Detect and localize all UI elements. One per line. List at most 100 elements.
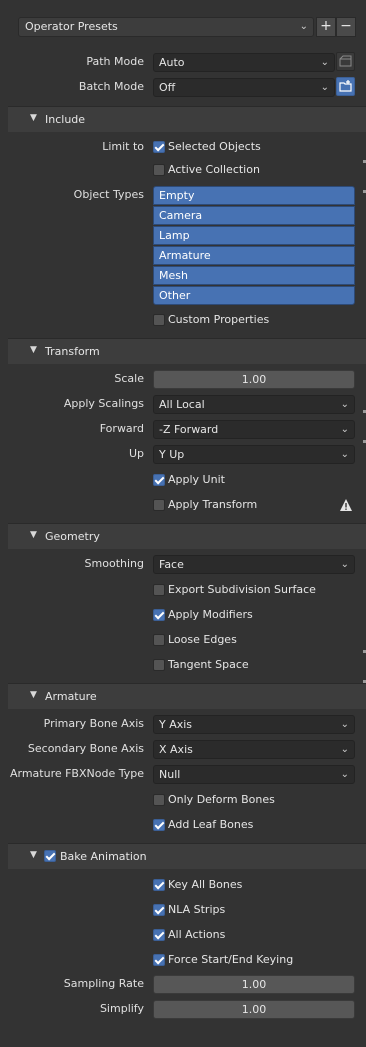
force-keying-label: Force Start/End Keying	[168, 953, 294, 966]
up-value: Y Up	[159, 448, 185, 461]
apply-scalings-row: Apply Scalings All Local ⌄	[0, 394, 366, 414]
add-preset-button[interactable]: +	[316, 17, 336, 37]
plus-icon: +	[320, 18, 332, 34]
armature-section-header[interactable]: ▼ Armature	[8, 683, 366, 709]
all-actions-checkbox[interactable]: All Actions	[153, 925, 353, 945]
minus-icon: −	[340, 18, 352, 34]
tangent-space-label: Tangent Space	[168, 658, 249, 671]
chevron-down-icon: ⌄	[320, 57, 329, 68]
batch-mode-dropdown[interactable]: Off ⌄	[153, 78, 335, 97]
checkbox-box	[153, 164, 165, 176]
bake-animation-section-header[interactable]: ▼ Bake Animation	[8, 843, 366, 869]
force-keying-checkbox[interactable]: Force Start/End Keying	[153, 950, 353, 970]
bake-animation-checkbox[interactable]	[44, 850, 56, 862]
checkmark-icon	[153, 954, 165, 966]
object-type-empty[interactable]: Empty	[153, 186, 355, 205]
path-mode-label: Path Mode	[86, 55, 144, 68]
apply-modifiers-checkbox[interactable]: Apply Modifiers	[153, 605, 353, 625]
sampling-rate-label: Sampling Rate	[63, 977, 144, 990]
embed-textures-toggle[interactable]	[336, 52, 355, 71]
armature-node-type-value: Null	[159, 768, 181, 781]
path-mode-row: Path Mode Auto ⌄	[0, 52, 366, 72]
armature-node-type-dropdown[interactable]: Null ⌄	[153, 765, 355, 784]
apply-unit-checkbox[interactable]: Apply Unit	[153, 470, 353, 490]
object-type-camera[interactable]: Camera	[153, 206, 355, 225]
apply-scalings-label: Apply Scalings	[63, 397, 144, 410]
smoothing-label: Smoothing	[84, 557, 144, 570]
remove-preset-button[interactable]: −	[336, 17, 356, 37]
smoothing-value: Face	[159, 558, 184, 571]
checkbox-box	[153, 634, 165, 646]
geometry-section-header[interactable]: ▼ Geometry	[8, 523, 366, 549]
disclosure-triangle-icon: ▼	[30, 113, 37, 123]
folder-icon	[339, 80, 352, 92]
active-collection-checkbox[interactable]: Active Collection	[153, 160, 353, 180]
up-row: Up Y Up ⌄	[0, 444, 366, 464]
scale-field[interactable]: 1.00	[153, 370, 355, 389]
only-deform-bones-label: Only Deform Bones	[168, 793, 275, 806]
checkbox-box	[153, 659, 165, 671]
operator-presets-row: Operator Presets ⌄ + −	[18, 17, 358, 37]
apply-scalings-value: All Local	[159, 398, 205, 411]
up-dropdown[interactable]: Y Up ⌄	[153, 445, 355, 464]
apply-unit-label: Apply Unit	[168, 473, 225, 486]
checkbox-box	[153, 499, 165, 511]
nla-strips-checkbox[interactable]: NLA Strips	[153, 900, 353, 920]
loose-edges-label: Loose Edges	[168, 633, 237, 646]
secondary-bone-axis-dropdown[interactable]: X Axis ⌄	[153, 740, 355, 759]
tangent-space-checkbox[interactable]: Tangent Space	[153, 655, 353, 675]
forward-value: -Z Forward	[159, 423, 219, 436]
batch-own-dir-toggle[interactable]	[336, 77, 355, 96]
operator-presets-label: Operator Presets	[25, 20, 118, 33]
only-deform-bones-checkbox[interactable]: Only Deform Bones	[153, 790, 353, 810]
sampling-rate-field[interactable]: 1.00	[153, 975, 355, 994]
selected-objects-checkbox[interactable]: Selected Objects	[153, 137, 353, 157]
object-type-lamp[interactable]: Lamp	[153, 226, 355, 245]
apply-transform-row: Apply Transform	[0, 495, 366, 515]
geometry-section-title: Geometry	[45, 530, 100, 543]
include-section-header[interactable]: ▼ Include	[8, 106, 366, 132]
forward-label: Forward	[99, 422, 144, 435]
chevron-down-icon: ⌄	[340, 449, 349, 460]
transform-section-title: Transform	[45, 345, 100, 358]
primary-bone-axis-dropdown[interactable]: Y Axis ⌄	[153, 715, 355, 734]
primary-bone-axis-row: Primary Bone Axis Y Axis ⌄	[0, 714, 366, 734]
operator-presets-dropdown[interactable]: Operator Presets ⌄	[18, 17, 314, 37]
chevron-down-icon: ⌄	[340, 424, 349, 435]
transform-section-header[interactable]: ▼ Transform	[8, 338, 366, 364]
custom-properties-label: Custom Properties	[168, 313, 270, 326]
smoothing-dropdown[interactable]: Face ⌄	[153, 555, 355, 574]
object-types-list: Empty Camera Lamp Armature Mesh Other	[153, 186, 355, 306]
export-subdivision-checkbox[interactable]: Export Subdivision Surface	[153, 580, 353, 600]
custom-properties-checkbox[interactable]: Custom Properties	[153, 310, 353, 330]
include-section-title: Include	[45, 113, 86, 126]
armature-node-type-label: Armature FBXNode Type	[9, 767, 144, 780]
simplify-field[interactable]: 1.00	[153, 1000, 355, 1019]
chevron-down-icon: ⌄	[340, 399, 349, 410]
object-type-mesh[interactable]: Mesh	[153, 266, 355, 285]
apply-modifiers-label: Apply Modifiers	[168, 608, 253, 621]
loose-edges-checkbox[interactable]: Loose Edges	[153, 630, 353, 650]
secondary-bone-axis-row: Secondary Bone Axis X Axis ⌄	[0, 739, 366, 759]
disclosure-triangle-icon: ▼	[30, 345, 37, 355]
forward-dropdown[interactable]: -Z Forward ⌄	[153, 420, 355, 439]
add-leaf-bones-label: Add Leaf Bones	[168, 818, 254, 831]
add-leaf-bones-checkbox[interactable]: Add Leaf Bones	[153, 815, 353, 835]
all-actions-label: All Actions	[168, 928, 226, 941]
armature-section-title: Armature	[45, 690, 97, 703]
object-type-other[interactable]: Other	[153, 286, 355, 305]
secondary-bone-axis-label: Secondary Bone Axis	[27, 742, 144, 755]
chevron-down-icon: ⌄	[340, 744, 349, 755]
nla-strips-label: NLA Strips	[168, 903, 226, 916]
object-type-armature[interactable]: Armature	[153, 246, 355, 265]
smoothing-row: Smoothing Face ⌄	[0, 554, 366, 574]
apply-transform-checkbox[interactable]: Apply Transform	[153, 495, 353, 515]
checkmark-icon	[153, 609, 165, 621]
warning-icon	[340, 499, 352, 511]
checkmark-icon	[153, 929, 165, 941]
path-mode-dropdown[interactable]: Auto ⌄	[153, 53, 335, 72]
sampling-rate-row: Sampling Rate 1.00	[0, 974, 366, 994]
path-mode-value: Auto	[159, 56, 185, 69]
key-all-bones-checkbox[interactable]: Key All Bones	[153, 875, 353, 895]
apply-scalings-dropdown[interactable]: All Local ⌄	[153, 395, 355, 414]
